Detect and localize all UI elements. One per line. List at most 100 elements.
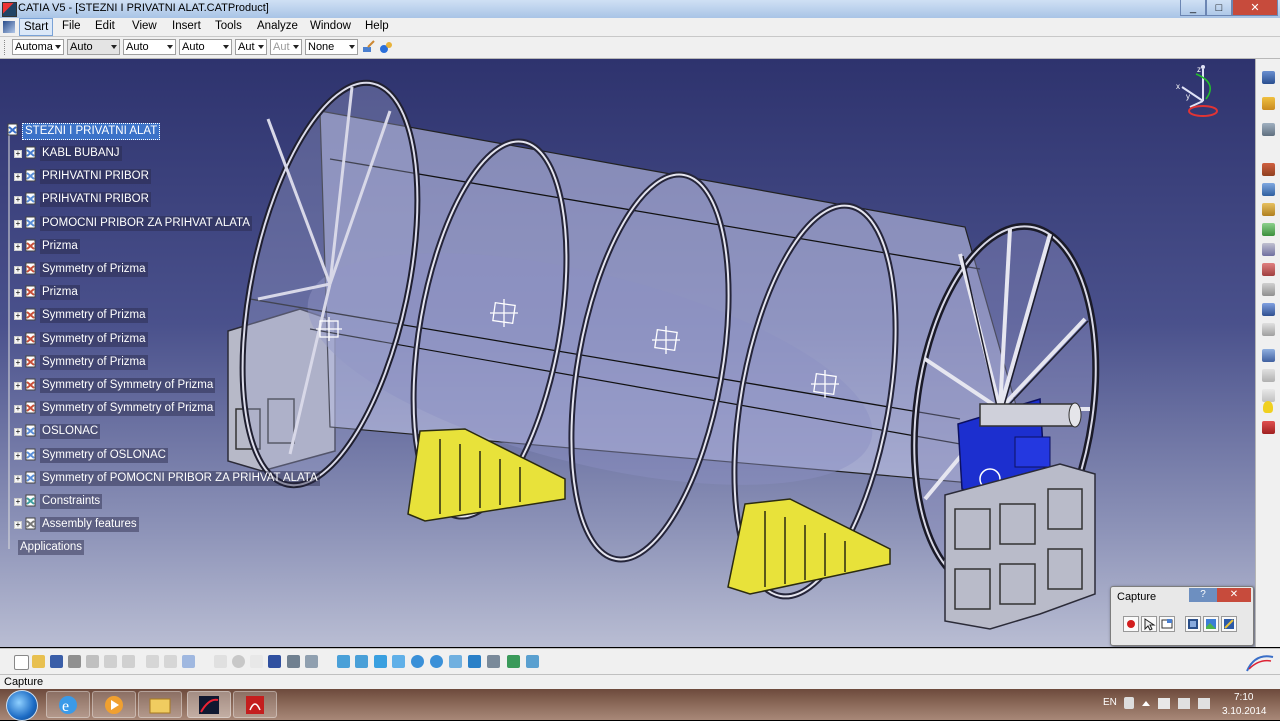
parameter-icon[interactable]	[305, 655, 318, 668]
taskbar-media-button[interactable]	[92, 691, 136, 718]
hide-show-icon[interactable]	[507, 655, 520, 668]
layer-combo[interactable]: None	[305, 39, 358, 55]
save-icon[interactable]	[50, 655, 63, 668]
expand-toggle[interactable]: +	[14, 242, 22, 251]
expand-toggle[interactable]: +	[14, 196, 22, 205]
taskbar-explorer-button[interactable]	[138, 691, 182, 718]
fill-color-combo[interactable]: Automa	[12, 39, 64, 55]
select-mode-button[interactable]	[1141, 616, 1157, 632]
toolbar-grip[interactable]	[4, 40, 8, 55]
fly-mode-icon[interactable]	[1262, 123, 1275, 136]
open-folder-icon[interactable]	[32, 655, 45, 668]
expand-toggle[interactable]: +	[14, 312, 22, 321]
transparency-combo[interactable]: Aut	[270, 39, 302, 55]
normal-view-icon[interactable]	[449, 655, 462, 668]
compass-icon[interactable]: z x y	[1176, 65, 1218, 117]
shading-icon[interactable]	[487, 655, 500, 668]
expand-toggle[interactable]: +	[14, 173, 22, 182]
record-button[interactable]	[1123, 616, 1139, 632]
rotate-icon[interactable]	[392, 655, 405, 668]
taskbar-acrobat-button[interactable]	[233, 691, 277, 718]
taskbar-catia-button[interactable]	[187, 691, 231, 718]
expand-toggle[interactable]: +	[14, 335, 22, 344]
action-center-icon[interactable]	[1158, 698, 1170, 709]
paste-icon[interactable]	[122, 655, 135, 668]
show-hidden-icons-icon[interactable]	[1142, 701, 1150, 706]
expand-toggle[interactable]: +	[14, 150, 22, 158]
menu-file[interactable]: File	[62, 20, 81, 32]
lightbulb-icon[interactable]	[1263, 401, 1273, 413]
album-button[interactable]	[1203, 616, 1219, 632]
clock-time[interactable]: 7:10	[1234, 692, 1253, 703]
redo-icon[interactable]	[164, 655, 177, 668]
capture-viewer-button[interactable]	[1185, 616, 1201, 632]
swap-visible-space-icon[interactable]	[526, 655, 539, 668]
new-product-icon[interactable]	[1262, 183, 1275, 196]
maximize-button[interactable]: □	[1206, 0, 1232, 16]
painter-icon[interactable]	[362, 40, 376, 54]
volume-icon[interactable]	[1198, 698, 1210, 709]
capture-toolbar-panel[interactable]: Capture ? ✕	[1110, 586, 1254, 646]
iso-view-icon[interactable]	[468, 655, 481, 668]
expand-toggle[interactable]: +	[14, 474, 22, 483]
expand-toggle[interactable]: +	[14, 521, 22, 530]
close-button[interactable]: ✕	[1232, 0, 1278, 16]
generate-numbering-icon[interactable]	[1262, 283, 1275, 296]
3d-viewport[interactable]: z x y STEZNI I PRIVATNI ALAT + KABL BUBANJ…	[0, 59, 1255, 647]
language-indicator[interactable]: EN	[1103, 697, 1117, 708]
help-tray-icon[interactable]	[1124, 697, 1134, 709]
graphic-properties-icon[interactable]	[379, 40, 393, 54]
menu-help[interactable]: Help	[365, 20, 389, 32]
scan-icon[interactable]	[287, 655, 300, 668]
start-orb-icon[interactable]	[6, 690, 38, 721]
fit-all-icon[interactable]	[355, 655, 368, 668]
contact-constraint-icon[interactable]	[1262, 369, 1275, 382]
copy-icon[interactable]	[104, 655, 117, 668]
graph-tree-reordering-icon[interactable]	[1262, 263, 1275, 276]
zoom-in-icon[interactable]	[411, 655, 424, 668]
coincidence-constraint-icon[interactable]	[1262, 349, 1275, 362]
expand-toggle[interactable]: +	[14, 266, 22, 274]
capture-close-button[interactable]: ✕	[1217, 588, 1251, 602]
expand-toggle[interactable]: +	[14, 451, 22, 460]
fly-icon[interactable]	[337, 655, 350, 668]
network-icon[interactable]	[1178, 698, 1190, 709]
cable-drum-assembly-model[interactable]: z x y	[0, 59, 1255, 647]
existing-component-icon[interactable]	[1262, 223, 1275, 236]
print-icon[interactable]	[68, 655, 81, 668]
menu-start[interactable]: Start	[19, 18, 54, 36]
expand-toggle[interactable]: +	[14, 358, 22, 367]
linetype-combo[interactable]: Auto	[179, 39, 232, 55]
expand-toggle[interactable]: +	[14, 405, 22, 414]
capture-image-button[interactable]	[1221, 616, 1237, 632]
menu-tools[interactable]: Tools	[215, 20, 242, 32]
product-structure-icon[interactable]	[1262, 71, 1275, 84]
point-type-combo[interactable]: Aut	[235, 39, 267, 55]
clock-date[interactable]: 3.10.2014	[1222, 706, 1267, 717]
manipulation-icon[interactable]	[1262, 323, 1275, 336]
lamp-icon[interactable]	[250, 655, 263, 668]
document-icon[interactable]	[3, 21, 15, 33]
replace-component-icon[interactable]	[1262, 243, 1275, 256]
expand-toggle[interactable]: +	[14, 382, 22, 390]
whats-this-icon[interactable]	[182, 655, 195, 668]
expand-toggle[interactable]: +	[14, 428, 22, 437]
zoom-out-icon[interactable]	[430, 655, 443, 668]
menu-edit[interactable]: Edit	[95, 20, 115, 32]
multi-instantiation-icon[interactable]	[1262, 303, 1275, 316]
menu-window[interactable]: Window	[310, 20, 351, 32]
line-color-combo[interactable]: Auto	[67, 39, 120, 55]
expand-toggle[interactable]: +	[14, 219, 22, 228]
undo-icon[interactable]	[146, 655, 159, 668]
table-icon[interactable]	[268, 655, 281, 668]
capture-help-button[interactable]: ?	[1189, 588, 1217, 602]
line-thickness-combo[interactable]: Auto	[123, 39, 176, 55]
menu-insert[interactable]: Insert	[172, 20, 201, 32]
formula-icon[interactable]	[214, 655, 227, 668]
update-icon[interactable]	[1262, 421, 1275, 434]
new-part-icon[interactable]	[1262, 203, 1275, 216]
select-icon[interactable]	[1262, 97, 1275, 110]
taskbar-ie-button[interactable]: e	[46, 691, 90, 718]
menu-view[interactable]: View	[132, 20, 157, 32]
expand-toggle[interactable]: +	[14, 289, 22, 298]
